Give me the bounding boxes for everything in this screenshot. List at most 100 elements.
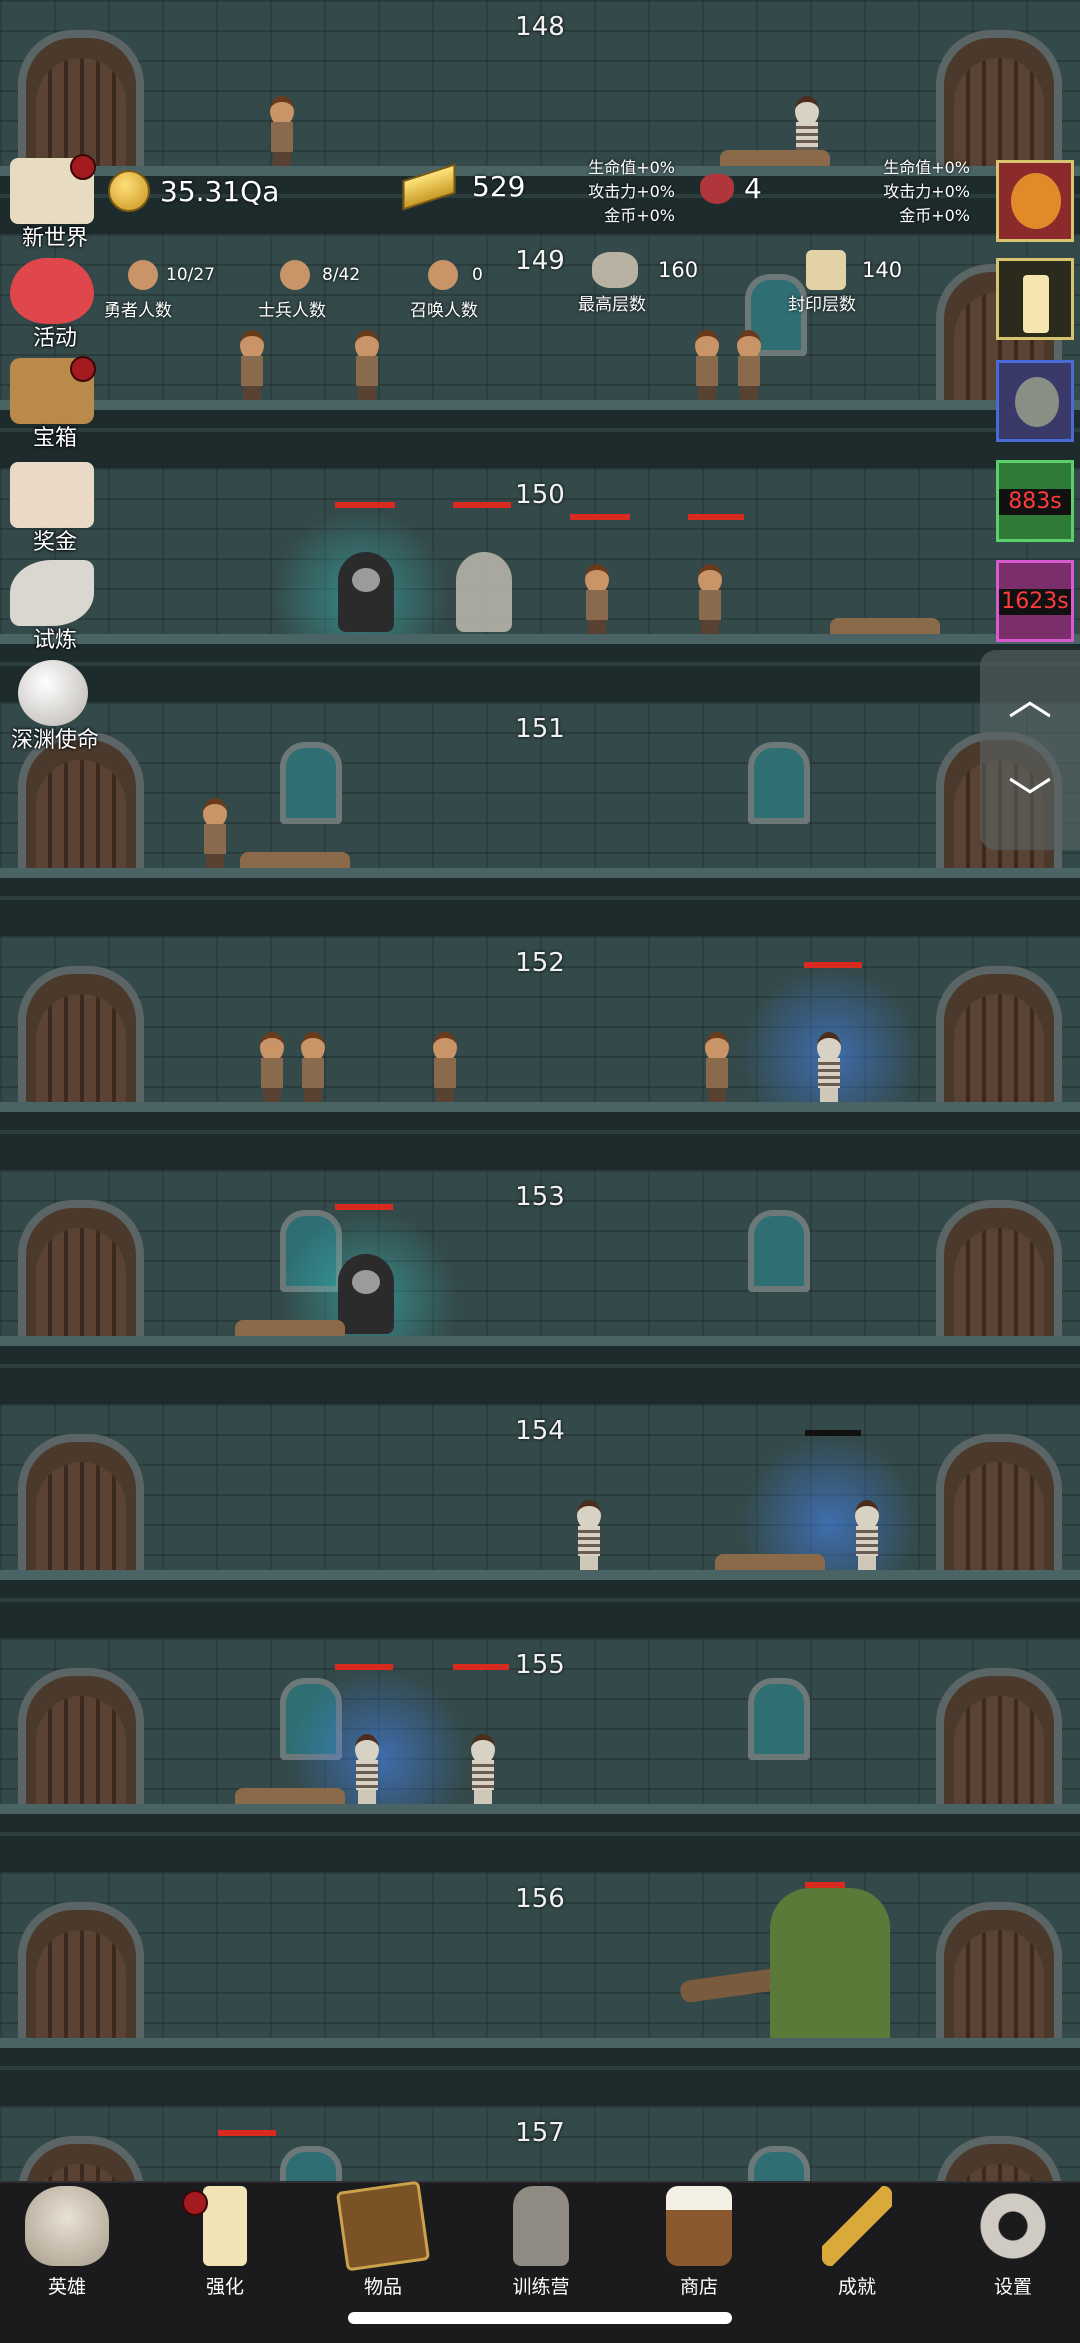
left-menu-label: 奖金 — [32, 530, 77, 555]
book-icon — [335, 2180, 431, 2272]
right-menu-pumpkin[interactable] — [996, 160, 1074, 242]
enemy-hp-bar — [805, 1430, 861, 1436]
left-menu-trial[interactable]: 试炼 — [0, 560, 110, 655]
dungeon-door — [936, 1668, 1062, 1816]
floor-154: 154 — [0, 1404, 1080, 1638]
attack-bonus: 攻击力+0% — [883, 182, 970, 201]
dungeon-door — [936, 1200, 1062, 1348]
gold-bar-counter: 529 — [402, 162, 525, 211]
tab-enhance[interactable]: 强化 — [160, 2186, 290, 2306]
left-menu-bonus[interactable]: 奖金 — [0, 462, 110, 557]
zombie-character — [580, 564, 614, 644]
tab-achievements[interactable]: 成就 — [792, 2186, 922, 2306]
notification-dot — [70, 356, 96, 382]
reward-timer: 883s — [999, 489, 1071, 515]
dungeon-door — [936, 1434, 1062, 1582]
coin-counter: 35.31Qa — [108, 170, 279, 212]
reward-timer: 1623s — [999, 589, 1071, 615]
floor-number: 154 — [515, 1416, 565, 1446]
right-menu-portrait[interactable] — [996, 360, 1074, 442]
summon-stat: 0 — [428, 260, 483, 290]
left-menu-abyss-mission[interactable]: 深渊使命 — [0, 660, 110, 755]
tab-heroes[interactable]: 英雄 — [2, 2186, 132, 2306]
hero-head-icon — [128, 260, 158, 290]
dungeon-door — [18, 1434, 144, 1582]
tab-label: 训练营 — [512, 2276, 570, 2298]
left-menu-events[interactable]: 活动 — [0, 258, 110, 353]
hp-bonus: 生命值+0% — [588, 158, 675, 177]
heroes-count: 10/27 — [166, 265, 215, 285]
dungeon-door — [936, 966, 1062, 1114]
max-floor-stat: 160 — [592, 252, 698, 288]
dungeon-window — [748, 742, 810, 824]
tab-label: 强化 — [205, 2276, 244, 2298]
left-menu-label: 深渊使命 — [10, 728, 99, 753]
ghost-enemy — [456, 552, 512, 632]
floor-152: 152 — [0, 936, 1080, 1170]
pumpkin-icon — [1011, 173, 1061, 229]
hero-character — [690, 330, 724, 410]
soldiers-stat: 8/42 — [280, 260, 360, 290]
dungeon-window — [748, 1678, 810, 1760]
home-indicator[interactable] — [348, 2312, 732, 2324]
tab-label: 商店 — [679, 2276, 718, 2298]
dungeon-window — [280, 742, 342, 824]
hero-character — [265, 96, 299, 176]
scroll-up-button[interactable]: ︿ — [980, 650, 1080, 750]
right-menu-candle[interactable] — [996, 258, 1074, 340]
attack-bonus: 攻击力+0% — [588, 182, 675, 201]
hp-bonus: 生命值+0% — [883, 158, 970, 177]
dungeon-door — [18, 1200, 144, 1348]
stone-icon — [592, 252, 638, 288]
tab-settings[interactable]: 设置 — [948, 2186, 1078, 2306]
envelope-icon — [10, 462, 94, 528]
floor-156: 156 — [0, 1872, 1080, 2106]
dungeon-door — [18, 1668, 144, 1816]
tab-shop[interactable]: 商店 — [634, 2186, 764, 2306]
tab-items[interactable]: 物品 — [318, 2180, 448, 2306]
left-menu-treasure[interactable]: 宝箱 — [0, 356, 110, 453]
floor-number: 156 — [515, 1884, 565, 1914]
dungeon-door — [18, 966, 144, 1114]
coin-value: 35.31Qa — [160, 174, 280, 208]
floor-number: 155 — [515, 1650, 565, 1680]
notification-dot — [70, 154, 96, 180]
coin-bonus: 金币+0% — [604, 206, 675, 225]
bonus-stats-mid: 生命值+0% 攻击力+0% 金币+0% — [560, 156, 675, 228]
zombie-character — [693, 564, 727, 644]
summon-head-icon — [428, 260, 458, 290]
reaper-enemy — [338, 552, 394, 632]
tab-label: 成就 — [837, 2276, 876, 2298]
gear-icon — [971, 2186, 1055, 2266]
gem-value: 4 — [744, 172, 762, 205]
dungeon-window — [748, 1210, 810, 1292]
left-menu-label: 活动 — [32, 326, 77, 351]
floor-number: 148 — [515, 12, 565, 42]
floor-151: 151 — [0, 702, 1080, 936]
right-menu-pink-reward[interactable]: 1623s — [996, 560, 1074, 642]
max-floor-label: 最高层数 — [578, 295, 646, 315]
enemy-hp-bar — [335, 502, 395, 508]
dungeon-door — [936, 1902, 1062, 2050]
candle-icon — [1023, 275, 1049, 333]
max-floor-value: 160 — [658, 258, 699, 282]
soldiers-count: 8/42 — [322, 265, 361, 285]
floor-155: 155 — [0, 1638, 1080, 1872]
hero-character — [255, 1032, 289, 1112]
coin-icon — [108, 170, 150, 212]
feather-icon — [10, 560, 94, 626]
skeleton-mage-enemy — [850, 1500, 884, 1580]
scroll-icon — [806, 250, 846, 290]
heart-icon — [10, 258, 94, 324]
portrait-icon — [1015, 377, 1059, 427]
beer-mug-icon — [666, 2186, 732, 2266]
floor-number: 153 — [515, 1182, 565, 1212]
tab-training-camp[interactable]: 训练营 — [476, 2186, 606, 2306]
scroll-down-button[interactable]: ﹀ — [980, 750, 1080, 850]
skeleton-mage-enemy — [812, 1032, 846, 1112]
dungeon-door — [18, 1902, 144, 2050]
left-menu-new-world[interactable]: 新世界 — [0, 154, 110, 253]
summon-count: 0 — [472, 265, 483, 285]
floor-number: 152 — [515, 948, 565, 978]
right-menu-green-reward[interactable]: 883s — [996, 460, 1074, 542]
